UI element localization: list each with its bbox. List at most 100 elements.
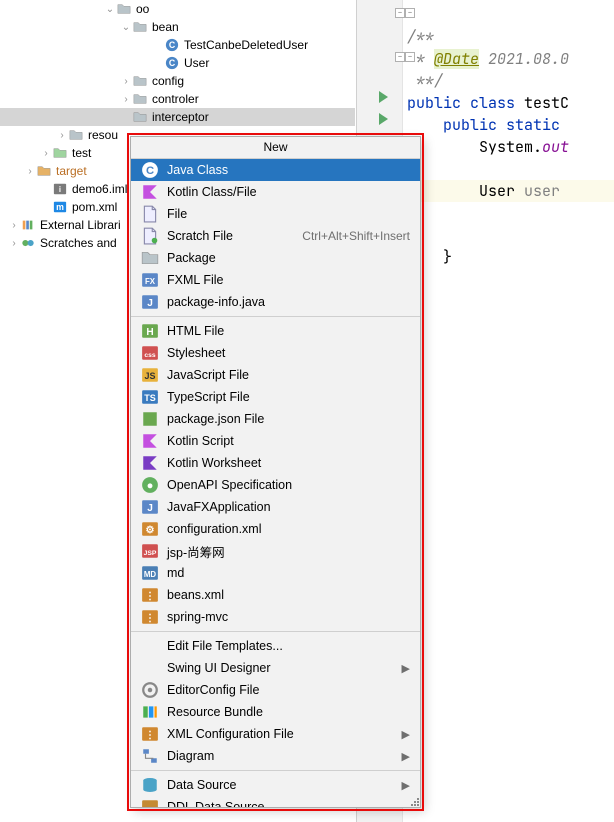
menu-item[interactable]: ⚙configuration.xml <box>131 518 420 540</box>
iml-icon: i <box>52 181 68 197</box>
menu-item-label: File <box>167 207 410 221</box>
submenu-arrow-icon: ▶ <box>402 728 410 741</box>
tree-item[interactable]: interceptor <box>0 108 355 126</box>
menu-item-label: spring-mvc <box>167 610 410 624</box>
menu-item[interactable]: Kotlin Worksheet <box>131 452 420 474</box>
chevron-right-icon[interactable]: › <box>56 130 68 141</box>
menu-item[interactable]: Jpackage-info.java <box>131 291 420 313</box>
code-text: static <box>497 115 569 135</box>
code-text: **/ <box>407 71 443 91</box>
blank-icon <box>141 660 159 676</box>
menu-item-label: md <box>167 566 410 580</box>
svg-text:C: C <box>146 165 154 177</box>
menu-item[interactable]: JSJavaScript File <box>131 364 420 386</box>
menu-item[interactable]: ⋮XML Configuration File▶ <box>131 723 420 745</box>
chevron-down-icon[interactable]: ⌄ <box>104 4 116 15</box>
menu-item[interactable]: Kotlin Script <box>131 430 420 452</box>
tree-item[interactable]: C TestCanbeDeletedUser <box>0 36 355 54</box>
chevron-right-icon[interactable]: › <box>24 166 36 177</box>
menu-item[interactable]: Swing UI Designer ▶ <box>131 657 420 679</box>
menu-separator <box>131 770 420 771</box>
tree-item-label: TestCanbeDeletedUser <box>184 38 308 52</box>
chevron-right-icon[interactable]: › <box>8 220 20 231</box>
menu-item-label: Data Source <box>167 778 396 792</box>
menu-item[interactable]: Kotlin Class/File <box>131 181 420 203</box>
code-text: public <box>443 115 497 135</box>
folder-icon <box>132 19 148 35</box>
file-dot-icon <box>141 228 159 244</box>
menu-item-label: Swing UI Designer <box>167 661 396 675</box>
submenu-arrow-icon: ▶ <box>402 662 410 675</box>
popup-menu-list: C Java Class Kotlin Class/File File Scratch … <box>131 159 420 807</box>
chevron-right-icon[interactable]: › <box>8 238 20 249</box>
menu-item-label: Stylesheet <box>167 346 410 360</box>
menu-item-label: HTML File <box>167 324 410 338</box>
fold-icon[interactable]: – <box>405 8 415 18</box>
xmlcfg-icon: ⋮ <box>141 726 159 742</box>
run-gutter-icon[interactable] <box>379 91 388 103</box>
file-icon <box>141 206 159 222</box>
tree-item-label: test <box>72 146 91 160</box>
menu-item[interactable]: Edit File Templates... <box>131 635 420 657</box>
menu-item[interactable]: C Java Class <box>131 159 420 181</box>
resize-grip-icon[interactable] <box>408 795 420 807</box>
chevron-down-icon[interactable]: ⌄ <box>120 22 132 33</box>
menu-item[interactable]: css Stylesheet <box>131 342 420 364</box>
menu-item[interactable]: Data Source▶ <box>131 774 420 796</box>
tree-item[interactable]: CUser <box>0 54 355 72</box>
svg-text:H: H <box>146 327 153 338</box>
folder-icon <box>116 1 132 17</box>
menu-item[interactable]: MDmd <box>131 562 420 584</box>
tree-item[interactable]: ›controler <box>0 90 355 108</box>
menu-item-label: Diagram <box>167 749 396 763</box>
menu-item-label: Resource Bundle <box>167 705 410 719</box>
menu-item[interactable]: TSTypeScript File <box>131 386 420 408</box>
class-c-icon: C <box>164 55 180 71</box>
code-text: System. <box>479 137 542 157</box>
menu-item[interactable]: package.json File <box>131 408 420 430</box>
menu-item[interactable]: ●OpenAPI Specification <box>131 474 420 496</box>
chevron-right-icon[interactable]: › <box>40 148 52 159</box>
menu-item[interactable]: Diagram▶ <box>131 745 420 767</box>
tree-item[interactable]: ⌄oo <box>0 0 355 18</box>
menu-item[interactable]: DDLDDL Data Source <box>131 796 420 807</box>
menu-item[interactable]: JSPjsp-尚筹网 <box>131 540 420 562</box>
folder-icon <box>68 127 84 143</box>
menu-item-label: TypeScript File <box>167 390 410 404</box>
fold-icon[interactable]: – <box>395 52 405 62</box>
menu-item[interactable]: ⋮ spring-mvc <box>131 606 420 628</box>
menu-item[interactable]: Package <box>131 247 420 269</box>
menu-item-label: Java Class <box>167 163 410 177</box>
chevron-right-icon[interactable]: › <box>120 94 132 105</box>
chevron-right-icon[interactable]: › <box>120 76 132 87</box>
diagram-icon <box>141 748 159 764</box>
svg-text:⋮: ⋮ <box>145 613 155 624</box>
css-icon: css <box>141 345 159 361</box>
folder-icon <box>132 73 148 89</box>
menu-item[interactable]: ⋮beans.xml <box>131 584 420 606</box>
svg-text:FX: FX <box>145 277 156 286</box>
menu-item[interactable]: H HTML File <box>131 320 420 342</box>
menu-item[interactable]: EditorConfig File <box>131 679 420 701</box>
svg-text:C: C <box>169 40 176 50</box>
tree-item-label: interceptor <box>152 110 209 124</box>
openapi-icon: ● <box>141 477 159 493</box>
code-text: testC <box>524 93 569 113</box>
menu-item[interactable]: File <box>131 203 420 225</box>
menu-item[interactable]: Resource Bundle <box>131 701 420 723</box>
menu-item-label: package.json File <box>167 412 410 426</box>
tree-item[interactable]: ⌄bean <box>0 18 355 36</box>
kws-icon <box>141 455 159 471</box>
javafx-icon: J <box>141 499 159 515</box>
menu-item[interactable]: JJavaFXApplication <box>131 496 420 518</box>
tree-item[interactable]: ›config <box>0 72 355 90</box>
menu-item[interactable]: Scratch FileCtrl+Alt+Shift+Insert <box>131 225 420 247</box>
code-text: @Date <box>434 49 479 69</box>
fxml-icon: FX <box>141 272 159 288</box>
run-gutter-icon[interactable] <box>379 113 388 125</box>
fold-icon[interactable]: – <box>405 52 415 62</box>
bundle-icon <box>141 704 159 720</box>
fold-icon[interactable]: – <box>395 8 405 18</box>
editorcfg-icon <box>141 682 159 698</box>
menu-item[interactable]: FXFXML File <box>131 269 420 291</box>
